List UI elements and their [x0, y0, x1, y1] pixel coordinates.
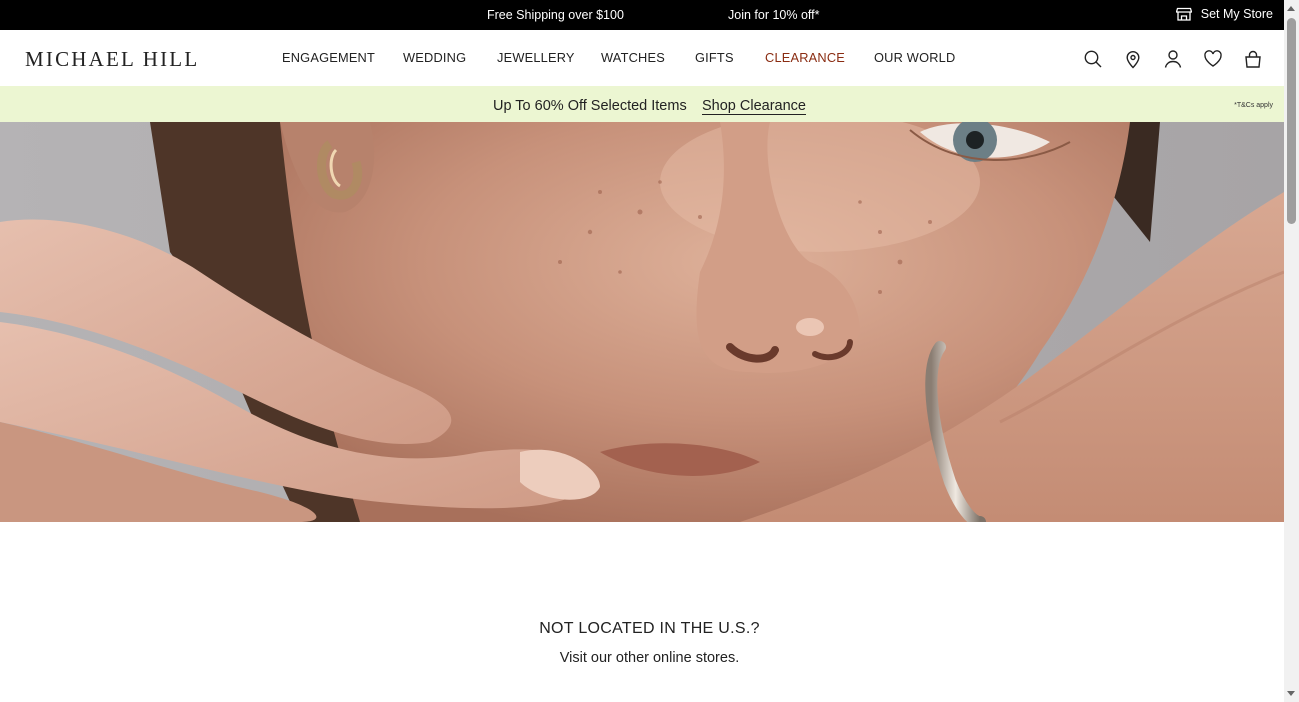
nav-clearance[interactable]: CLEARANCE [765, 50, 845, 65]
nav-our-world[interactable]: OUR WORLD [874, 50, 955, 65]
nav-gifts[interactable]: GIFTS [695, 50, 734, 65]
free-shipping-message[interactable]: Free Shipping over $100 [487, 8, 624, 22]
location-pin-icon[interactable] [1123, 49, 1143, 69]
set-my-store-button[interactable]: Set My Store [1175, 7, 1273, 21]
set-my-store-label: Set My Store [1200, 7, 1273, 21]
terms-apply-note[interactable]: *T&Cs apply [1234, 102, 1273, 109]
not-located-heading: NOT LOCATED IN THE U.S.? [539, 620, 760, 637]
shop-clearance-link[interactable]: Shop Clearance [702, 98, 806, 115]
brand-logo[interactable]: MICHAEL HILL [25, 47, 199, 72]
international-stores-section: NOT LOCATED IN THE U.S.? Visit our other… [0, 522, 1284, 702]
site-header: MICHAEL HILL ENGAGEMENT WEDDING JEWELLER… [0, 30, 1284, 87]
hero-image[interactable] [0, 122, 1284, 522]
other-stores-subheading: Visit our other online stores. [559, 650, 740, 666]
scroll-down-arrow-icon[interactable] [1287, 691, 1295, 696]
page-scrollbar[interactable] [1284, 0, 1299, 702]
nav-jewellery[interactable]: JEWELLERY [497, 50, 575, 65]
nav-watches[interactable]: WATCHES [601, 50, 665, 65]
join-offer-message[interactable]: Join for 10% off* [728, 8, 820, 22]
announcement-bar: Free Shipping over $100 Join for 10% off… [0, 0, 1284, 30]
page: Free Shipping over $100 Join for 10% off… [0, 0, 1284, 702]
search-icon[interactable] [1083, 49, 1103, 69]
shopping-bag-icon[interactable] [1243, 49, 1263, 69]
nav-wedding[interactable]: WEDDING [403, 50, 466, 65]
nav-engagement[interactable]: ENGAGEMENT [282, 50, 375, 65]
promo-banner: Up To 60% Off Selected Items Shop Cleara… [0, 86, 1284, 122]
scrollbar-thumb[interactable] [1287, 18, 1296, 224]
wishlist-heart-icon[interactable] [1203, 49, 1223, 69]
promo-text: Up To 60% Off Selected Items [493, 98, 687, 114]
account-icon[interactable] [1163, 49, 1183, 69]
store-icon [1175, 7, 1192, 21]
scroll-up-arrow-icon[interactable] [1287, 6, 1295, 11]
